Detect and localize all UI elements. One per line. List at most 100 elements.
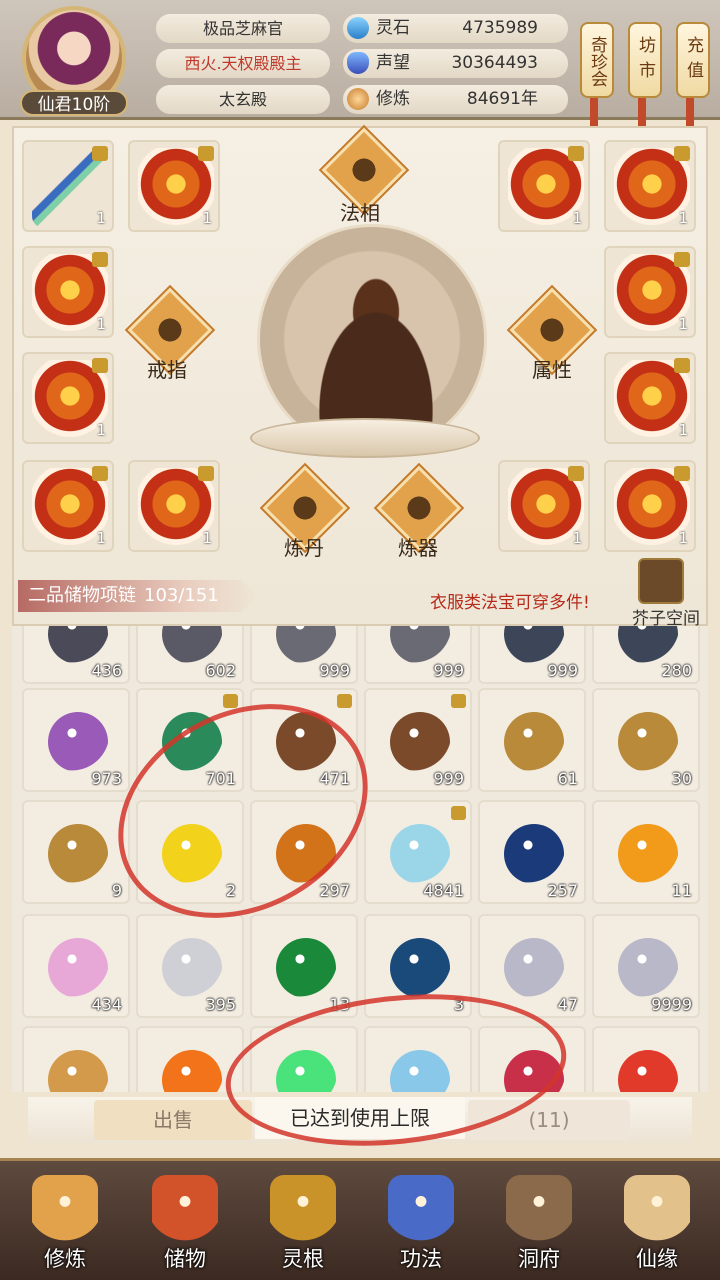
item-count: 1 [678,209,688,227]
title-position[interactable]: 西火.天权殿殿主 [156,49,330,78]
item-count: 1 [96,315,106,333]
inventory-item[interactable] [22,1026,130,1092]
item-count: 999 [433,769,464,788]
inventory-item[interactable]: 999 [250,626,358,684]
item-count: 1 [202,209,212,227]
market-button[interactable]: 坊市 [628,22,662,98]
item-count: 434 [91,995,122,1014]
title-rank[interactable]: 极品芝麻官 [156,14,330,43]
item-count: 999 [433,661,464,680]
equipment-slot[interactable]: 1 [604,460,696,552]
sell-button[interactable]: 出售 [94,1100,252,1140]
lock-icon [451,694,466,708]
chest-icon[interactable] [638,558,684,604]
lock-icon [674,252,690,267]
item-icon [276,626,336,664]
equipment-slot[interactable]: 1 [22,246,114,338]
item-count: 1 [678,529,688,547]
item-icon [618,712,678,772]
recharge-button[interactable]: 充值 [676,22,710,98]
resource-label: 声望 [376,53,410,73]
ring-label: 戒指 [147,358,187,382]
equipment-slot[interactable]: 1 [604,140,696,232]
nav-spirit-root[interactable]: 灵根 [248,1161,358,1280]
lock-icon [568,146,584,161]
inventory-item[interactable]: 11 [592,800,700,904]
storage-ring-name: 二品储物项链 [28,585,136,606]
bottom-nav: 修炼 储物 灵根 功法 洞府 仙缘 [0,1158,720,1280]
inventory-item[interactable]: 30 [592,688,700,792]
item-count: 61 [557,769,578,788]
nav-storage[interactable]: 储物 [130,1161,240,1280]
gourd-icon [624,1175,690,1241]
equipment-slot[interactable]: 1 [22,460,114,552]
item-icon [390,626,450,664]
inventory-item[interactable]: 280 [592,626,700,684]
inventory-item[interactable]: 395 [136,914,244,1018]
resource-label: 灵石 [376,18,410,38]
nav-fate[interactable]: 仙缘 [602,1161,712,1280]
forge-label: 炼器 [398,536,438,560]
avatar-level-badge: 仙君10阶 [20,90,128,116]
storage-ring-bar: 二品储物项链 103/151 [18,580,258,612]
inventory-item[interactable]: 4841 [364,800,472,904]
item-count: 1 [678,315,688,333]
inventory-item[interactable]: 257 [478,800,586,904]
treasure-fair-button[interactable]: 奇珍会 [580,22,614,98]
nav-cultivate[interactable]: 修炼 [10,1161,120,1280]
item-count: 11 [671,881,692,900]
item-count: 999 [547,661,578,680]
cave-icon [506,1175,572,1241]
equipment-slot[interactable]: 1 [498,140,590,232]
inventory-item[interactable]: 61 [478,688,586,792]
item-count: 30 [671,769,692,788]
equipment-slot[interactable]: 1 [604,246,696,338]
equipment-slot[interactable]: 1 [22,352,114,444]
inventory-item[interactable]: 13 [250,914,358,1018]
item-icon [390,938,450,998]
inventory-item[interactable]: 999 [364,626,472,684]
item-count: 257 [547,881,578,900]
equipment-slot-weapon[interactable]: 1 [22,140,114,232]
inventory-item[interactable]: 9 [22,800,130,904]
item-icon [276,938,336,998]
item-count: 1 [96,421,106,439]
item-icon [162,1050,222,1092]
spirit-stone-icon [347,17,369,39]
crystal-icon [347,52,369,74]
equipment-slot[interactable]: 1 [128,460,220,552]
inventory-item[interactable]: 999 [478,626,586,684]
inventory-item[interactable]: 434 [22,914,130,1018]
item-icon [162,938,222,998]
lock-icon [92,252,108,267]
inventory-item[interactable]: 9999 [592,914,700,1018]
item-count: 1 [678,421,688,439]
nav-label: 储物 [164,1247,206,1271]
title-sect[interactable]: 太玄殿 [156,85,330,114]
item-count: 47 [557,995,578,1014]
nav-label: 仙缘 [636,1247,678,1271]
inventory-item[interactable]: 436 [22,626,130,684]
item-icon [390,824,450,884]
nav-label: 功法 [400,1247,442,1271]
resource-label: 修炼 [376,89,410,109]
lock-icon [674,146,690,161]
nav-cave[interactable]: 洞府 [484,1161,594,1280]
lock-icon [568,466,584,481]
item-icon [618,938,678,998]
item-count: 1 [572,209,582,227]
item-icon [504,712,564,772]
nav-skills[interactable]: 功法 [366,1161,476,1280]
equipment-slot[interactable]: 1 [604,352,696,444]
inventory-item[interactable] [592,1026,700,1092]
lock-icon [92,358,108,373]
lock-icon [223,694,238,708]
item-count: 297 [319,881,350,900]
item-icon [162,626,222,664]
inventory-item[interactable]: 602 [136,626,244,684]
equipment-slot[interactable]: 1 [128,140,220,232]
inventory-item[interactable]: 999 [364,688,472,792]
lock-icon [92,466,108,481]
inventory-item[interactable]: 973 [22,688,130,792]
equipment-slot[interactable]: 1 [498,460,590,552]
